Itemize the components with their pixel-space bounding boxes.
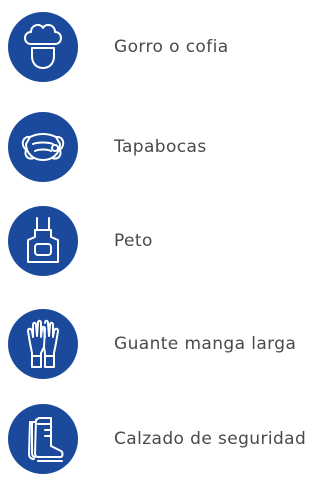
long-gloves-icon (8, 309, 78, 379)
ppe-list: Gorro o cofia Tapabocas Peto Guante mang… (0, 0, 335, 480)
chef-hat-icon (8, 12, 78, 82)
list-item: Gorro o cofia (8, 12, 335, 82)
item-label: Calzado de seguridad (114, 429, 307, 449)
item-label: Peto (114, 231, 153, 251)
list-item: Tapabocas (8, 112, 335, 182)
safety-boots-icon (8, 404, 78, 474)
list-item: Guante manga larga (8, 309, 335, 379)
face-mask-icon (8, 112, 78, 182)
list-item: Peto (8, 206, 335, 276)
apron-icon (8, 206, 78, 276)
item-label: Gorro o cofia (114, 37, 229, 57)
item-label: Guante manga larga (114, 334, 297, 354)
item-label: Tapabocas (114, 137, 207, 157)
list-item: Calzado de seguridad (8, 404, 335, 474)
